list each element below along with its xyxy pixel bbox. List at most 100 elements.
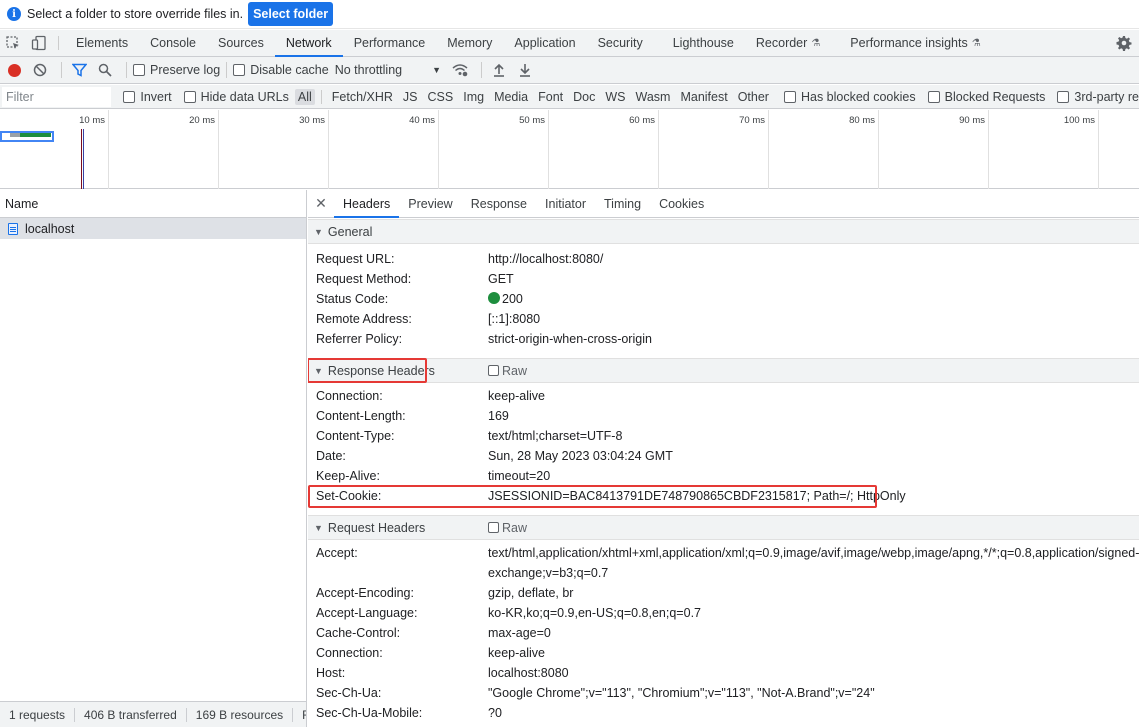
divider — [126, 62, 127, 78]
tab-label: Security — [597, 36, 643, 50]
third-party-checkbox[interactable]: 3rd-party re — [1057, 90, 1139, 104]
header-row-referrer-policy: Referrer Policy: strict-origin-when-cross… — [308, 329, 1139, 349]
inspect-element-icon[interactable] — [0, 30, 26, 56]
name-column-header[interactable]: Name — [0, 190, 306, 218]
general-section-header[interactable]: ▼ General — [308, 219, 1139, 244]
type-filter-wasm[interactable]: Wasm — [633, 89, 674, 105]
filter-input[interactable]: Filter — [2, 86, 112, 107]
type-filter-font[interactable]: Font — [535, 89, 566, 105]
status-ok-icon — [488, 292, 500, 304]
timeline-gridline — [328, 110, 329, 189]
header-name: Request Method: — [316, 272, 412, 286]
request-detail-pane: ✕ Headers Preview Response Initiator Timing C… — [308, 190, 1139, 727]
timeline-download-bar — [20, 133, 51, 137]
network-overview-timeline[interactable]: 10 ms 20 ms 30 ms 40 ms 50 ms 60 ms 70 ms 80 ms… — [0, 110, 1139, 189]
detail-tab-headers[interactable]: Headers — [334, 190, 400, 218]
settings-gear-icon[interactable] — [1115, 34, 1133, 52]
throttling-select[interactable]: No throttling ▼ — [335, 63, 441, 77]
import-har-icon[interactable] — [488, 60, 510, 80]
invert-label: Invert — [140, 89, 172, 104]
type-filter-doc[interactable]: Doc — [570, 89, 598, 105]
header-row-connection: Connection: keep-alive — [308, 643, 1139, 663]
clear-icon[interactable] — [29, 60, 51, 80]
experiment-flask-icon: ⚗ — [811, 37, 821, 49]
blocked-requests-checkbox[interactable]: Blocked Requests — [927, 89, 1046, 104]
header-row-keep-alive: Keep-Alive: timeout=20 — [308, 466, 1139, 486]
type-filter-ws[interactable]: WS — [602, 89, 628, 105]
detail-tab-cookies[interactable]: Cookies — [650, 190, 713, 217]
tab-memory[interactable]: Memory — [436, 30, 503, 56]
filter-icon[interactable] — [68, 60, 90, 80]
timeline-gridline — [658, 110, 659, 189]
request-raw-checkbox[interactable]: Raw — [488, 521, 527, 535]
header-name: Connection: — [316, 389, 383, 403]
tab-sources[interactable]: Sources — [207, 30, 275, 56]
request-count: 1 requests — [0, 707, 76, 722]
tab-label: Application — [514, 36, 576, 50]
document-icon — [8, 222, 18, 235]
type-filter-css[interactable]: CSS — [425, 89, 457, 105]
blocked-requests-label: Blocked Requests — [944, 89, 1046, 104]
type-filter-all[interactable]: All — [294, 88, 315, 105]
tab-label: Elements — [76, 36, 129, 50]
tab-elements[interactable]: Elements — [65, 30, 139, 56]
timeline-gridline — [988, 110, 989, 189]
request-row[interactable]: localhost — [0, 218, 306, 239]
header-name: Sec-Ch-Ua-Mobile: — [316, 706, 423, 720]
timeline-gridline — [548, 110, 549, 189]
tab-performance-insights[interactable]: Performance insights ⚗ — [839, 30, 991, 56]
record-button[interactable] — [8, 63, 21, 77]
export-har-icon[interactable] — [514, 60, 536, 80]
disable-cache-checkbox[interactable]: Disable cache — [233, 63, 329, 77]
has-blocked-cookies-checkbox[interactable]: Has blocked cookies — [783, 89, 916, 104]
network-conditions-icon[interactable] — [449, 60, 471, 80]
network-summary-bar: 1 requests 406 B transferred 169 B resou… — [0, 701, 306, 727]
header-row-sec-ch-ua: Sec-Ch-Ua: "Google Chrome";v="113", "Chro… — [308, 683, 1139, 703]
divider — [61, 62, 62, 78]
tab-label: Console — [150, 36, 196, 50]
close-icon[interactable]: ✕ — [308, 190, 334, 217]
tab-network[interactable]: Network — [274, 30, 343, 57]
search-icon[interactable] — [94, 60, 116, 80]
invert-checkbox[interactable]: Invert — [123, 89, 172, 104]
header-value: Sun, 28 May 2023 03:04:24 GMT — [488, 449, 673, 463]
tab-recorder[interactable]: Recorder ⚗ — [745, 30, 831, 56]
detail-tab-timing[interactable]: Timing — [595, 190, 650, 217]
response-raw-checkbox[interactable]: Raw — [488, 364, 527, 378]
header-value: JSESSIONID=BAC8413791DE748790865CBDF2315… — [488, 489, 906, 503]
response-headers-section-header[interactable]: ▼ Response Headers Raw — [308, 358, 1139, 383]
detail-tab-preview[interactable]: Preview — [399, 190, 461, 217]
type-filter-fetch-xhr[interactable]: Fetch/XHR — [329, 89, 396, 105]
timeline-tick-label: 60 ms — [629, 115, 655, 126]
request-headers-section-header[interactable]: ▼ Request Headers Raw — [308, 515, 1139, 540]
type-filter-media[interactable]: Media — [491, 89, 531, 105]
select-folder-button[interactable]: Select folder — [248, 2, 334, 26]
has-blocked-cookies-label: Has blocked cookies — [800, 89, 916, 104]
type-filter-js[interactable]: JS — [400, 89, 421, 105]
header-row-set-cookie: Set-Cookie: JSESSIONID=BAC8413791DE748790… — [308, 485, 1139, 508]
header-row-cache-control: Cache-Control: max-age=0 — [308, 623, 1139, 643]
tab-console[interactable]: Console — [139, 30, 207, 56]
timeline-gridline — [1098, 110, 1099, 189]
third-party-label: 3rd-party re — [1074, 89, 1139, 104]
detail-tab-initiator[interactable]: Initiator — [536, 190, 595, 217]
type-filter-manifest[interactable]: Manifest — [677, 89, 730, 105]
header-value: 200 — [488, 289, 531, 309]
type-filter-other[interactable]: Other — [735, 89, 772, 105]
resources-size: 169 B resources — [187, 707, 294, 722]
tab-performance[interactable]: Performance — [343, 30, 437, 56]
tab-lighthouse[interactable]: Lighthouse — [662, 30, 745, 56]
expand-triangle-icon: ▼ — [314, 226, 323, 237]
device-toolbar-icon[interactable] — [26, 30, 52, 56]
header-row-host: Host: localhost:8080 — [308, 663, 1139, 683]
finish-time: Fi — [293, 708, 306, 722]
tab-security[interactable]: Security — [587, 30, 654, 56]
detail-tab-response[interactable]: Response — [462, 190, 536, 217]
preserve-log-checkbox[interactable]: Preserve log — [133, 63, 220, 77]
type-filter-img[interactable]: Img — [460, 89, 487, 105]
request-headers-title: Request Headers — [327, 520, 426, 535]
timeline-tick-label: 30 ms — [299, 115, 325, 126]
tab-application[interactable]: Application — [503, 30, 586, 56]
hide-data-urls-checkbox[interactable]: Hide data URLs — [183, 90, 289, 104]
preserve-log-label: Preserve log — [150, 63, 221, 77]
